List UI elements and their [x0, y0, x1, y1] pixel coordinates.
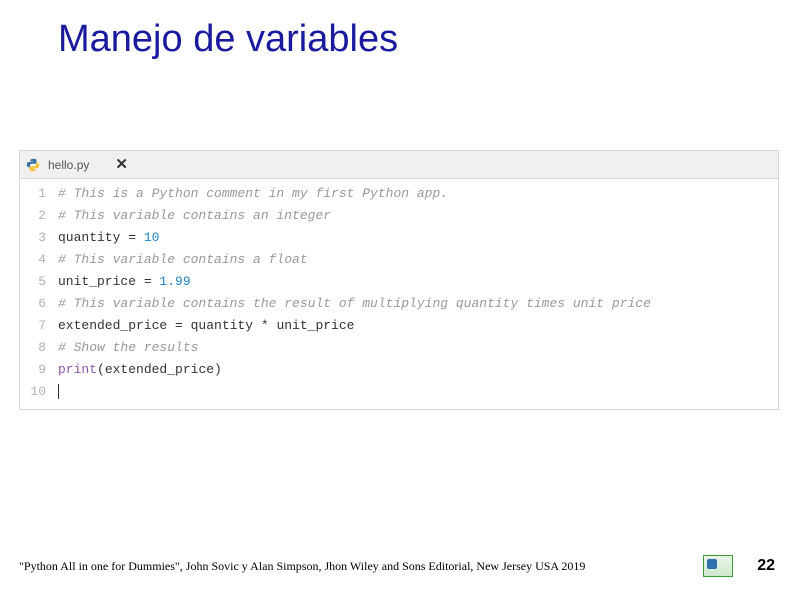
python-icon — [26, 158, 40, 172]
code-line[interactable]: # This variable contains a float — [58, 249, 778, 271]
code-line[interactable]: quantity = 10 — [58, 227, 778, 249]
code-line[interactable]: unit_price = 1.99 — [58, 271, 778, 293]
code-line[interactable] — [58, 381, 778, 403]
footer-logo — [703, 555, 733, 577]
line-number-gutter: 12345678910 — [20, 183, 58, 403]
tab-bar: hello.py ✕ — [20, 151, 778, 179]
page-title: Manejo de variables — [58, 18, 398, 61]
line-number: 8 — [20, 337, 46, 359]
code-line[interactable]: # Show the results — [58, 337, 778, 359]
line-number: 1 — [20, 183, 46, 205]
line-number: 5 — [20, 271, 46, 293]
code-line[interactable]: # This variable contains an integer — [58, 205, 778, 227]
code-content[interactable]: # This is a Python comment in my first P… — [58, 183, 778, 403]
code-line[interactable]: # This is a Python comment in my first P… — [58, 183, 778, 205]
tab-filename[interactable]: hello.py — [48, 158, 89, 172]
line-number: 6 — [20, 293, 46, 315]
close-icon[interactable]: ✕ — [115, 157, 128, 172]
line-number: 10 — [20, 381, 46, 403]
page-number: 22 — [757, 557, 775, 575]
line-number: 3 — [20, 227, 46, 249]
citation-text: "Python All in one for Dummies", John So… — [19, 559, 703, 574]
code-area[interactable]: 12345678910 # This is a Python comment i… — [20, 179, 778, 409]
line-number: 4 — [20, 249, 46, 271]
line-number: 2 — [20, 205, 46, 227]
code-line[interactable]: print(extended_price) — [58, 359, 778, 381]
code-line[interactable]: extended_price = quantity * unit_price — [58, 315, 778, 337]
code-editor: hello.py ✕ 12345678910 # This is a Pytho… — [19, 150, 779, 410]
line-number: 7 — [20, 315, 46, 337]
line-number: 9 — [20, 359, 46, 381]
text-cursor — [58, 384, 59, 399]
code-line[interactable]: # This variable contains the result of m… — [58, 293, 778, 315]
footer: "Python All in one for Dummies", John So… — [19, 555, 775, 577]
